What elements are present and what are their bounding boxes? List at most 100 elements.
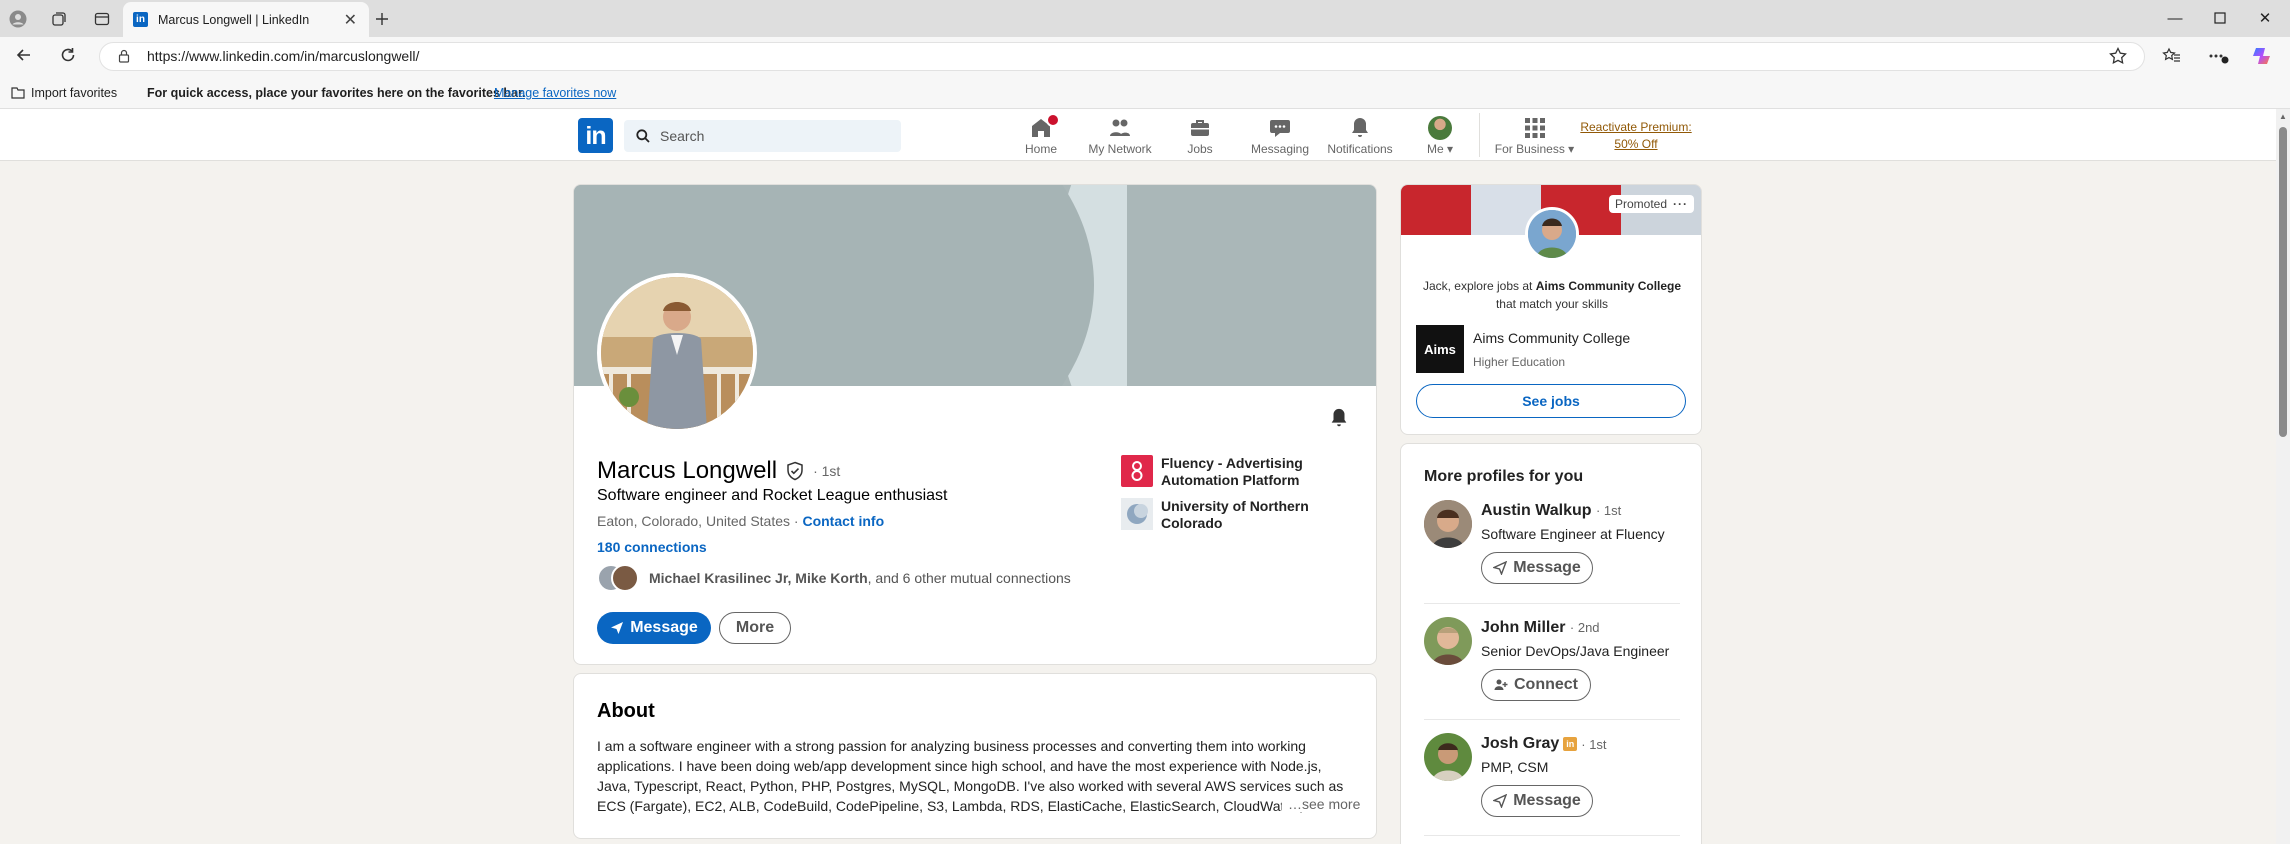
tab-title: Marcus Longwell | LinkedIn [158, 13, 310, 27]
contact-info-link[interactable]: Contact info [802, 513, 884, 529]
divider [1424, 603, 1680, 604]
see-jobs-button[interactable]: See jobs [1416, 384, 1686, 418]
premium-line-1: Reactivate Premium: [1580, 120, 1692, 134]
settings-more-icon[interactable] [2207, 46, 2229, 66]
reactivate-premium-link[interactable]: Reactivate Premium: 50% Off [1580, 119, 1692, 153]
fluency-logo-icon[interactable] [1121, 455, 1153, 487]
profile-top-card: Marcus Longwell · 1st Software engineer … [573, 184, 1377, 665]
send-icon [610, 621, 624, 635]
browser-tab-active[interactable]: in Marcus Longwell | LinkedIn ✕ [123, 2, 369, 37]
nav-notifications[interactable]: Notifications [1320, 114, 1400, 156]
person-message-button[interactable]: Message [1481, 552, 1593, 584]
favorites-icon[interactable] [2162, 46, 2182, 66]
me-caret-icon: ▾ [1446, 142, 1454, 156]
ad-text-pre: Jack, explore jobs at [1422, 279, 1536, 293]
lock-icon[interactable] [117, 49, 131, 63]
add-person-icon [1494, 678, 1508, 692]
add-favorite-star-icon[interactable] [2108, 46, 2128, 66]
send-icon [1493, 794, 1508, 808]
mutual-rest: , and 6 other mutual connections [867, 570, 1071, 586]
person-avatar[interactable] [1424, 617, 1472, 665]
connections-link[interactable]: 180 connections [597, 539, 707, 555]
messaging-icon [1240, 116, 1320, 140]
profile-icon[interactable] [6, 7, 30, 31]
aims-logo-icon[interactable]: Aims [1416, 325, 1464, 373]
scrollbar-thumb[interactable] [2279, 127, 2287, 437]
mutual-avatar-2 [611, 564, 639, 592]
favorites-bar: Import favorites For quick access, place… [0, 77, 2290, 109]
grid-apps-icon [1492, 116, 1577, 140]
import-favorites-icon[interactable] [10, 85, 26, 101]
profile-photo[interactable] [597, 273, 757, 433]
nav-my-network[interactable]: My Network [1080, 114, 1160, 156]
more-button[interactable]: More [719, 612, 791, 644]
profile-headline: Software engineer and Rocket League enth… [597, 487, 948, 504]
minimize-icon[interactable]: — [2152, 4, 2198, 32]
list-item: John Miller · 2nd [1481, 619, 1600, 637]
more-button-label: More [735, 619, 775, 636]
about-text: I am a software engineer with a strong p… [597, 736, 1357, 816]
see-more-link[interactable]: …see more [1282, 796, 1361, 812]
maximize-icon[interactable] [2197, 4, 2243, 32]
notifications-bell-icon [1320, 116, 1400, 140]
workspaces-icon[interactable] [47, 7, 71, 31]
ad-message: Jack, explore jobs at Aims Community Col… [1411, 277, 1693, 313]
ad-options-icon[interactable]: ··· [1673, 197, 1688, 211]
person-action-label: Message [1513, 792, 1581, 809]
back-icon[interactable] [14, 45, 34, 65]
verified-shield-icon[interactable] [785, 461, 805, 481]
manage-favorites-link[interactable]: Manage favorites now [494, 86, 616, 100]
copilot-icon[interactable] [2250, 44, 2274, 68]
person-name[interactable]: Josh Gray [1481, 735, 1559, 753]
current-company-link[interactable]: Fluency - Advertising Automation Platfor… [1161, 455, 1351, 489]
message-button[interactable]: Message [597, 612, 711, 644]
nav-divider [1479, 113, 1480, 157]
person-message-button[interactable]: Message [1481, 785, 1593, 817]
new-tab-icon[interactable] [370, 7, 394, 31]
list-item: Josh Gray in · 1st [1481, 735, 1607, 753]
tab-actions-icon[interactable] [90, 7, 114, 31]
person-avatar[interactable] [1424, 733, 1472, 781]
follow-bell-icon[interactable] [1328, 407, 1350, 429]
linkedin-logo-icon[interactable]: in [578, 118, 613, 153]
nav-home-label: Home [1024, 142, 1057, 156]
page-scrollbar[interactable]: ▲ [2276, 109, 2290, 844]
nav-home[interactable]: Home [1001, 113, 1081, 156]
refresh-icon[interactable] [58, 45, 78, 65]
person-name[interactable]: John Miller [1481, 619, 1565, 636]
close-tab-icon[interactable]: ✕ [344, 10, 357, 30]
business-caret-icon: ▾ [1568, 142, 1575, 156]
ad-industry: Higher Education [1473, 355, 1566, 369]
close-window-icon[interactable]: ✕ [2242, 4, 2288, 32]
profile-name: Marcus Longwell [597, 457, 778, 484]
ad-company-name[interactable]: Aims Community College [1473, 330, 1630, 346]
list-item: Austin Walkup · 1st [1481, 502, 1621, 520]
person-name[interactable]: Austin Walkup [1481, 502, 1592, 519]
promoted-label: Promoted [1615, 197, 1668, 211]
message-button-label: Message [630, 619, 698, 636]
notification-dot-icon [1046, 113, 1060, 127]
person-headline: Software Engineer at Fluency [1481, 526, 1665, 542]
ad-text-company: Aims Community College [1535, 279, 1682, 293]
import-favorites-label[interactable]: Import favorites [31, 86, 117, 100]
search-placeholder: Search [660, 128, 705, 144]
scroll-up-icon[interactable]: ▲ [2279, 112, 2287, 121]
mutual-connections-avatars[interactable] [597, 564, 641, 592]
mutual-connections-link[interactable]: Michael Krasilinec Jr, Mike Korth, and 6… [649, 570, 1071, 586]
nav-jobs-label: Jobs [1187, 142, 1213, 156]
education-link[interactable]: University of Northern Colorado [1161, 498, 1351, 532]
nav-messaging[interactable]: Messaging [1240, 114, 1320, 156]
profile-location: Eaton, Colorado, United States [597, 513, 791, 529]
person-connect-button[interactable]: Connect [1481, 669, 1591, 701]
location-separator: · [793, 513, 799, 529]
about-title: About [597, 700, 655, 722]
search-input[interactable]: Search [624, 120, 901, 152]
url-text[interactable]: https://www.linkedin.com/in/marcuslongwe… [147, 48, 419, 64]
home-icon [1001, 113, 1081, 140]
nav-me[interactable]: Me ▾ [1400, 114, 1480, 156]
nav-jobs[interactable]: Jobs [1160, 114, 1240, 156]
my-network-icon [1080, 116, 1160, 140]
unc-logo-icon[interactable] [1121, 498, 1153, 530]
nav-for-business[interactable]: For Business ▾ [1492, 114, 1577, 156]
person-avatar[interactable] [1424, 500, 1472, 548]
